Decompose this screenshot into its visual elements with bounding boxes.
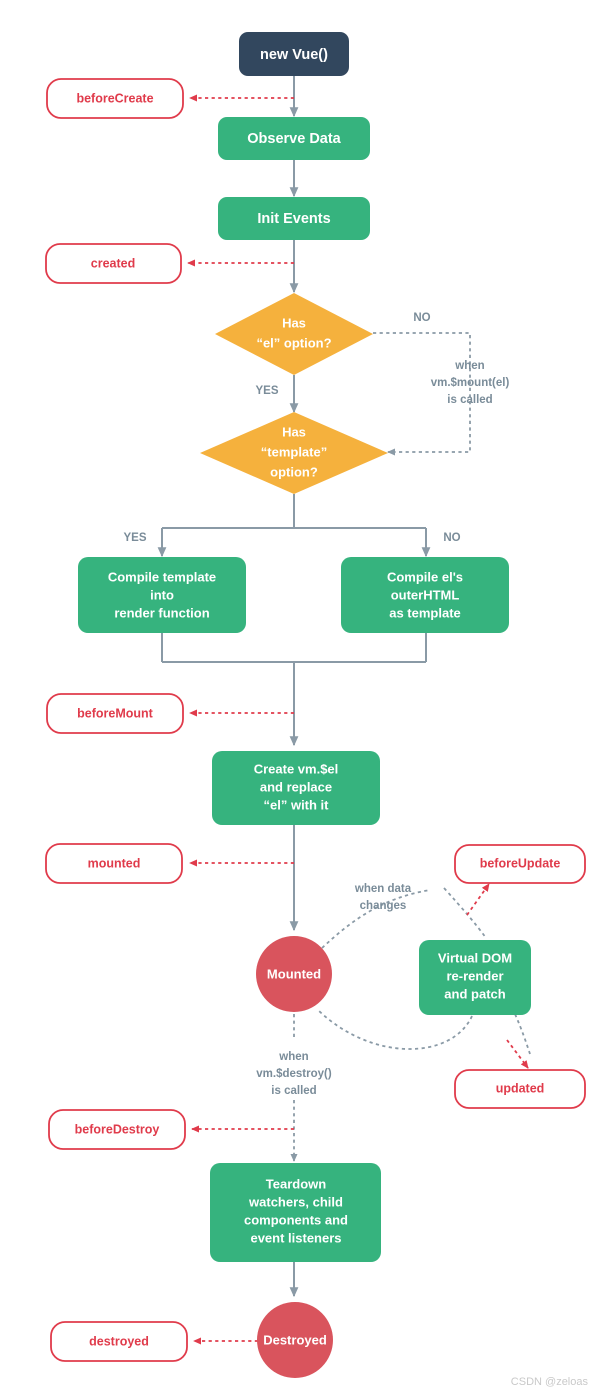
- node-has-el-option-label-1: Has: [282, 315, 306, 330]
- hook-before-mount-label: beforeMount: [77, 706, 154, 720]
- hook-updated-label: updated: [496, 1081, 545, 1095]
- node-init-events-label: Init Events: [257, 211, 330, 227]
- node-teardown[interactable]: Teardown watchers, child components and …: [210, 1163, 381, 1262]
- node-teardown-label-4: event listeners: [250, 1230, 341, 1245]
- vue-lifecycle-diagram: NO YES when vm.$mount(el) is called YES …: [45, 32, 589, 1388]
- node-destroyed-state-label: Destroyed: [263, 1332, 327, 1347]
- connector-updated-gray-link: [514, 1013, 531, 1055]
- node-teardown-label-2: watchers, child: [248, 1194, 343, 1209]
- node-mounted-state[interactable]: Mounted: [256, 936, 332, 1012]
- node-mounted-state-label: Mounted: [267, 966, 321, 981]
- flow-connectors: [157, 76, 431, 1298]
- hook-destroyed-label: destroyed: [89, 1334, 149, 1348]
- hook-before-destroy[interactable]: beforeDestroy: [48, 1109, 186, 1150]
- node-has-el-option-label-2: “el” option?: [256, 335, 331, 350]
- node-new-vue-label: new Vue(): [260, 47, 328, 63]
- label-el-yes: YES: [255, 385, 278, 397]
- node-observe-data-label: Observe Data: [247, 131, 341, 147]
- label-destroy-called-2: vm.$destroy(): [256, 1068, 332, 1080]
- node-observe-data[interactable]: Observe Data: [218, 117, 370, 160]
- node-compile-outerhtml-label-3: as template: [389, 605, 461, 620]
- hook-before-mount[interactable]: beforeMount: [46, 693, 184, 734]
- hook-updated[interactable]: updated: [454, 1069, 586, 1109]
- hook-created-label: created: [91, 256, 135, 270]
- label-el-no: NO: [413, 312, 430, 324]
- node-has-template-option-label-1: Has: [282, 424, 306, 439]
- hook-before-update[interactable]: beforeUpdate: [454, 844, 586, 884]
- node-virtual-dom-label-3: and patch: [444, 986, 505, 1001]
- node-compile-template[interactable]: Compile template into render function: [78, 557, 246, 633]
- dashed-red-connectors: [187, 94, 529, 1345]
- connector-hook-updated: [506, 1039, 529, 1069]
- node-compile-template-label-1: Compile template: [108, 569, 216, 584]
- node-init-events[interactable]: Init Events: [218, 197, 370, 240]
- node-create-vm-el-label-2: and replace: [260, 779, 332, 794]
- connector-hook-beforeupdate: [466, 883, 490, 916]
- connector-vdom-loop-back: [317, 1009, 473, 1050]
- node-has-template-option[interactable]: Has “template” option?: [200, 412, 388, 494]
- watermark: CSDN @zeloas: [511, 1376, 589, 1388]
- node-compile-template-label-3: render function: [114, 605, 209, 620]
- label-data-changes-1: when data: [354, 883, 412, 895]
- label-template-yes: YES: [123, 532, 146, 544]
- node-compile-outerhtml-label-2: outerHTML: [391, 587, 460, 602]
- node-has-template-option-label-2: “template”: [261, 444, 327, 459]
- node-create-vm-el-label-1: Create vm.$el: [254, 761, 339, 776]
- node-has-el-option-shape: [215, 293, 373, 375]
- node-destroyed-state[interactable]: Destroyed: [257, 1302, 333, 1378]
- node-teardown-label-1: Teardown: [266, 1176, 326, 1191]
- label-destroy-called-3: is called: [271, 1085, 316, 1097]
- hook-before-create[interactable]: beforeCreate: [46, 78, 184, 119]
- node-virtual-dom-label-2: re-render: [446, 968, 503, 983]
- label-mount-called-2: vm.$mount(el): [431, 377, 510, 389]
- hook-before-destroy-label: beforeDestroy: [75, 1122, 160, 1136]
- node-compile-outerhtml-label-1: Compile el's: [387, 569, 463, 584]
- node-virtual-dom-label-1: Virtual DOM: [438, 950, 512, 965]
- label-mount-called-3: is called: [447, 394, 492, 406]
- label-template-no: NO: [443, 532, 460, 544]
- node-compile-template-label-2: into: [150, 587, 174, 602]
- node-create-vm-el-label-3: “el” with it: [264, 797, 330, 812]
- node-new-vue[interactable]: new Vue(): [239, 32, 349, 76]
- connector-el-no-branch: [373, 332, 471, 456]
- connector-beforeupdate-gray-link: [443, 887, 487, 939]
- node-has-template-option-label-3: option?: [270, 464, 318, 479]
- hook-before-update-label: beforeUpdate: [480, 856, 561, 870]
- hook-mounted[interactable]: mounted: [45, 843, 183, 884]
- node-compile-outerhtml[interactable]: Compile el's outerHTML as template: [341, 557, 509, 633]
- node-teardown-label-3: components and: [244, 1212, 348, 1227]
- node-create-vm-el[interactable]: Create vm.$el and replace “el” with it: [212, 751, 380, 825]
- label-data-changes-2: changes: [360, 900, 407, 912]
- node-has-el-option[interactable]: Has “el” option?: [215, 293, 373, 375]
- hook-destroyed[interactable]: destroyed: [50, 1321, 188, 1362]
- hook-before-create-label: beforeCreate: [76, 91, 153, 105]
- node-virtual-dom[interactable]: Virtual DOM re-render and patch: [419, 940, 531, 1015]
- connector-mounted-to-update: [321, 889, 431, 949]
- label-destroy-called-1: when: [278, 1051, 308, 1063]
- hook-mounted-label: mounted: [88, 856, 141, 870]
- hook-created[interactable]: created: [45, 243, 182, 284]
- label-mount-called-1: when: [454, 360, 484, 372]
